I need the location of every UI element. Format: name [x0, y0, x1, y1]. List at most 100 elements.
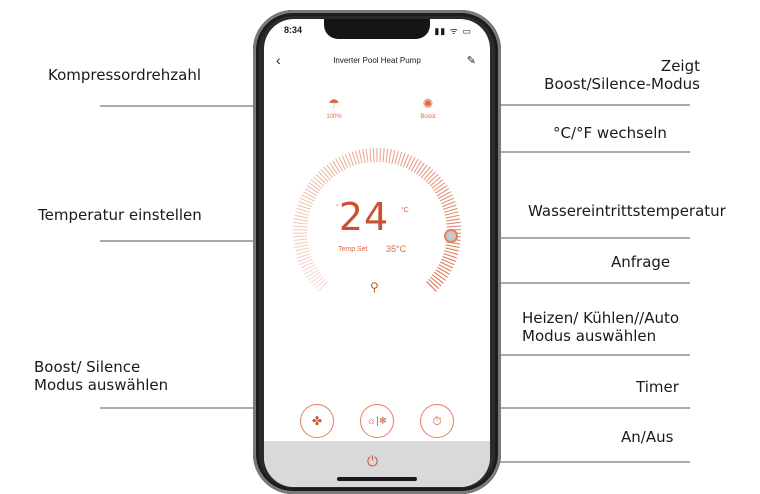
- dial-tick: [413, 160, 422, 173]
- dial-tick: [438, 264, 452, 272]
- dial-tick: [294, 214, 309, 219]
- dial-tick: [433, 182, 446, 192]
- dial-tick: [426, 281, 437, 292]
- dial-tick: [310, 274, 322, 284]
- dial-tick: [314, 278, 326, 290]
- dial-tick: [313, 176, 325, 187]
- status-time: 8:34: [284, 25, 303, 35]
- callout-heat-cool: Heizen/ Kühlen//Auto Modus auswählen: [522, 309, 679, 345]
- dial-tick: [302, 264, 316, 272]
- dial-tick: [293, 218, 308, 222]
- compressor-value: 100%: [326, 114, 342, 120]
- dial-tick: [369, 148, 372, 163]
- dial-tick: [418, 164, 428, 177]
- compressor-indicator: ☂ 100%: [304, 97, 364, 121]
- dial-knob[interactable]: [444, 229, 458, 243]
- dial-tick: [446, 225, 461, 228]
- dial-tick: [427, 173, 439, 185]
- dial-tick: [438, 191, 451, 199]
- dial-tick: [420, 166, 431, 179]
- callout-heat-cool-line1: Heizen/ Kühlen//Auto: [522, 309, 680, 327]
- boost-icon: ✺: [422, 96, 434, 111]
- dial-tick: [332, 160, 341, 173]
- dial-tick: [306, 269, 319, 278]
- current-temperature: 24: [338, 195, 390, 239]
- dial-tick: [303, 191, 316, 199]
- dial-tick: [315, 173, 327, 185]
- callout-boost-mode-line2: Boost/Silence-Modus: [544, 75, 700, 93]
- dial-tick: [295, 247, 309, 252]
- dial-tick: [293, 225, 308, 228]
- dial-tick: [444, 250, 459, 255]
- fan-mode-button[interactable]: ✤: [300, 404, 334, 438]
- power-icon[interactable]: ⏻: [367, 453, 378, 470]
- dial-tick: [408, 156, 416, 170]
- dial-tick: [410, 158, 419, 172]
- dial-tick: [425, 171, 436, 183]
- dial-tick: [429, 176, 441, 187]
- callout-boost-silence-line1: Boost/ Silence: [34, 358, 141, 376]
- callout-boost-silence: Boost/ Silence Modus auswählen: [34, 358, 168, 394]
- dial-tick: [365, 148, 369, 163]
- dial-tick: [372, 148, 375, 163]
- dial-tick: [388, 149, 392, 164]
- callout-timer: Timer: [636, 378, 679, 396]
- heat-cool-mode-button[interactable]: ☼|❄: [360, 404, 394, 438]
- dial-tick: [312, 276, 324, 287]
- phone-screen: 8:34 ▮▮ ᯤ ▭ ‹ Inverter Pool Heat Pump ✎ …: [264, 19, 490, 487]
- callout-compressor: Kompressordrehzahl: [48, 66, 202, 84]
- dial-tick: [358, 149, 363, 164]
- dial-tick: [293, 241, 308, 245]
- dial-tick: [329, 162, 338, 175]
- timer-button[interactable]: ⏱: [420, 404, 454, 438]
- heat-cool-icon: ☼|❄: [366, 415, 388, 427]
- dial-tick: [310, 179, 323, 189]
- search-icon[interactable]: ⚲: [370, 280, 379, 294]
- dial-tick: [430, 276, 442, 287]
- dial-tick: [295, 250, 310, 255]
- dial-tick: [320, 168, 331, 181]
- phone-notch: [324, 19, 430, 39]
- timer-icon: ⏱: [432, 413, 442, 428]
- dial-tick: [293, 238, 308, 241]
- unit-toggle[interactable]: °C: [401, 207, 409, 214]
- dial-tick: [416, 162, 425, 175]
- dial-tick: [355, 150, 360, 165]
- dial-tick: [428, 278, 440, 290]
- dial-tick: [435, 269, 448, 278]
- callout-water-temp: Wassereintrittstemperatur: [528, 202, 726, 220]
- status-icons: ▮▮ ᯤ ▭: [434, 26, 472, 36]
- edit-icon[interactable]: ✎: [467, 54, 476, 67]
- dial-tick: [304, 266, 317, 275]
- callout-boost-mode: Zeigt Boost/Silence-Modus: [544, 57, 700, 93]
- dial-tick: [379, 148, 382, 163]
- callout-query: Anfrage: [611, 253, 671, 271]
- dial-tick: [326, 164, 336, 177]
- page-title: Inverter Pool Heat Pump: [333, 56, 421, 65]
- dial-tick: [445, 247, 459, 252]
- dial-tick: [445, 244, 460, 248]
- temp-set-label: Temp Set: [338, 246, 368, 253]
- callout-heat-cool-line2: Modus auswählen: [522, 327, 657, 345]
- dial-tick: [445, 214, 460, 219]
- dial-tick: [436, 188, 450, 197]
- temp-set-value: 35°C: [386, 244, 407, 254]
- home-indicator: [337, 477, 417, 481]
- dial-tick: [446, 221, 461, 225]
- dial-tick: [323, 166, 334, 179]
- dial-tick: [394, 150, 399, 165]
- callout-on-off: An/Aus: [621, 428, 674, 446]
- boost-label: Boost: [420, 114, 436, 120]
- dial-tick: [433, 271, 446, 281]
- dial-tick: [444, 211, 459, 216]
- dial-tick: [432, 274, 444, 284]
- dial-tick: [362, 149, 366, 164]
- fan-icon: ✤: [311, 414, 323, 428]
- dial-tick: [317, 281, 328, 292]
- dial-tick: [293, 221, 308, 225]
- power-bar: ⏻: [264, 441, 490, 487]
- callout-boost-silence-line2: Modus auswählen: [34, 376, 169, 394]
- callout-unit-switch: °C/°F wechseln: [553, 124, 667, 142]
- dial-tick: [437, 266, 450, 275]
- callout-boost-mode-line1: Zeigt: [660, 57, 700, 75]
